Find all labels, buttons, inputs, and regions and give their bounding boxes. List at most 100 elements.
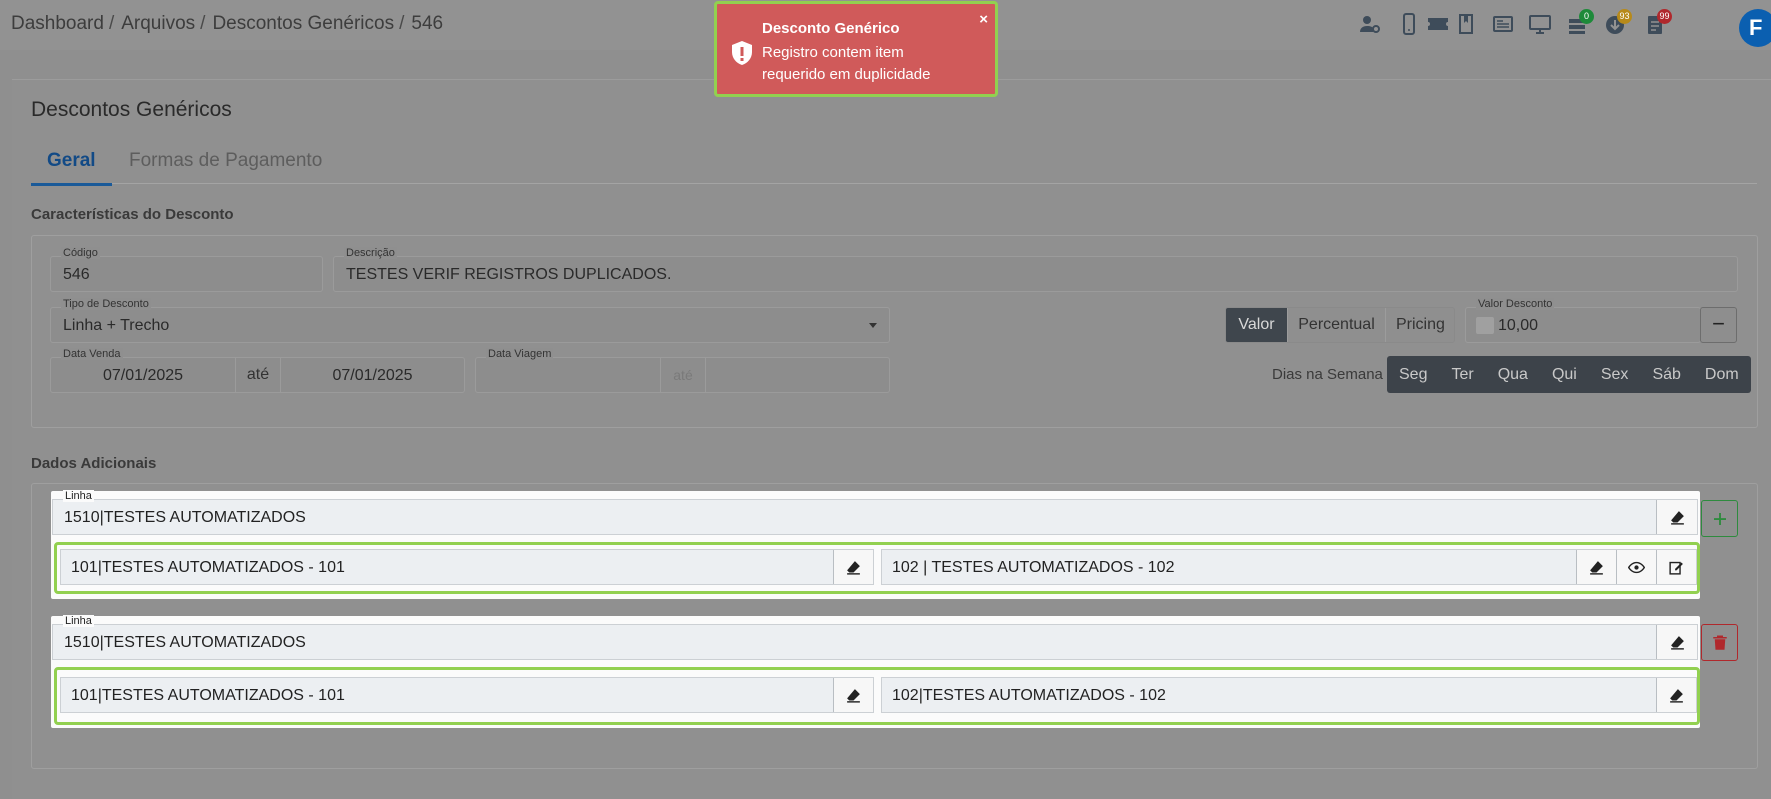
breadcrumb-dashboard[interactable]: Dashboard [11, 13, 104, 35]
valor-desconto-field[interactable]: Valor Desconto 10,00 [1465, 298, 1701, 343]
linha-field[interactable]: Linha 1510|TESTES AUTOMATIZADOS [52, 490, 1698, 535]
tab-geral[interactable]: Geral [31, 150, 112, 186]
toast-message: Registro contem item requerido em duplic… [762, 44, 931, 83]
eraser-button[interactable] [833, 550, 873, 584]
error-toast: Desconto Genérico Registro contem item r… [714, 1, 998, 97]
shield-alert-icon [732, 41, 752, 65]
linha-field[interactable]: Linha 1510|TESTES AUTOMATIZADOS [52, 615, 1698, 660]
trecho-destino-field[interactable]: 102|TESTES AUTOMATIZADOS - 102 [881, 677, 1697, 713]
monitor-icon[interactable] [1528, 12, 1552, 38]
highlight-box: 101|TESTES AUTOMATIZADOS - 101 102 | TES… [54, 542, 1700, 594]
section-title-caracteristicas: Características do Desconto [31, 206, 234, 223]
tab-formas-pagamento[interactable]: Formas de Pagamento [129, 150, 322, 172]
descricao-label: Descrição [344, 247, 397, 259]
download-badge: 93 [1617, 9, 1632, 24]
eraser-button[interactable] [1656, 625, 1697, 659]
breadcrumb-arquivos[interactable]: Arquivos [121, 13, 195, 35]
document-badge: 99 [1657, 9, 1672, 24]
notification-badge: 0 [1579, 9, 1594, 24]
tipo-desconto-select[interactable]: Tipo de Desconto Linha + Trecho [50, 298, 890, 343]
data-viagem-field: Data Viagem até [475, 348, 890, 393]
day-sex[interactable]: Sex [1589, 356, 1641, 393]
eraser-icon [847, 688, 860, 703]
day-dom[interactable]: Dom [1693, 356, 1751, 393]
codigo-field[interactable]: Código 546 [50, 247, 323, 292]
codigo-label: Código [61, 247, 100, 259]
valor-desconto-label: Valor Desconto [1476, 298, 1555, 310]
trecho-origem-value: 101|TESTES AUTOMATIZADOS - 101 [71, 687, 345, 704]
minus-button[interactable]: − [1700, 307, 1737, 343]
user-gear-icon[interactable] [1358, 12, 1382, 38]
day-qua[interactable]: Qua [1486, 356, 1540, 393]
trecho-origem-field[interactable]: 101|TESTES AUTOMATIZADOS - 101 [60, 549, 874, 585]
modo-percentual-button[interactable]: Percentual [1287, 308, 1385, 342]
data-viagem-label: Data Viagem [486, 348, 554, 360]
eraser-button[interactable] [1656, 678, 1696, 712]
modo-valor-button[interactable]: Valor [1226, 308, 1287, 342]
tipo-desconto-label: Tipo de Desconto [61, 298, 151, 310]
day-sab[interactable]: Sáb [1640, 356, 1692, 393]
edit-button[interactable] [1656, 550, 1696, 584]
highlight-box: 101|TESTES AUTOMATIZADOS - 101 102|TESTE… [54, 667, 1700, 725]
add-linha-button[interactable] [1701, 500, 1738, 537]
linha-block: Linha 1510|TESTES AUTOMATIZADOS 101|TEST… [51, 490, 1700, 599]
chevron-down-icon [869, 323, 877, 328]
breadcrumb-current: 546 [411, 13, 444, 34]
newspaper-icon[interactable] [1491, 12, 1515, 38]
eraser-icon [847, 560, 860, 575]
codigo-value: 546 [63, 266, 90, 283]
page-title: Descontos Genéricos [31, 98, 232, 121]
data-venda-from[interactable]: 07/01/2025 [51, 367, 235, 385]
trecho-destino-field[interactable]: 102 | TESTES AUTOMATIZADOS - 102 [881, 549, 1697, 585]
breadcrumb: Dashboard / Arquivos / Descontos Genéricos… [11, 13, 444, 35]
eraser-icon [1670, 635, 1684, 650]
linha-label: Linha [63, 490, 94, 502]
data-venda-to[interactable]: 07/01/2025 [281, 367, 464, 385]
delete-linha-button[interactable] [1701, 624, 1738, 661]
eraser-icon [1670, 510, 1684, 525]
data-venda-label: Data Venda [61, 348, 123, 360]
trecho-destino-value: 102 | TESTES AUTOMATIZADOS - 102 [892, 559, 1175, 576]
trecho-destino-value: 102|TESTES AUTOMATIZADOS - 102 [892, 687, 1166, 704]
eraser-button[interactable] [833, 678, 873, 712]
linha-label: Linha [63, 615, 94, 627]
toast-title: Desconto Genérico [762, 20, 900, 37]
trecho-origem-field[interactable]: 101|TESTES AUTOMATIZADOS - 101 [60, 677, 874, 713]
day-ter[interactable]: Ter [1439, 356, 1485, 393]
modo-desconto-group: Valor Percentual Pricing [1225, 307, 1455, 343]
edit-icon [1669, 561, 1683, 575]
mobile-icon[interactable] [1397, 12, 1421, 38]
stack-icon[interactable]: 0 [1565, 9, 1594, 38]
plus-icon [1713, 512, 1726, 525]
day-seg[interactable]: Seg [1387, 356, 1439, 393]
valor-desconto-value: 10,00 [1498, 317, 1539, 334]
trecho-origem-value: 101|TESTES AUTOMATIZADOS - 101 [71, 559, 345, 576]
trash-icon [1712, 635, 1727, 650]
dias-semana-label: Dias na Semana [1272, 366, 1383, 383]
section-title-dados-adicionais: Dados Adicionais [31, 455, 157, 472]
dias-semana-group: Seg Ter Qua Qui Sex Sáb Dom [1387, 356, 1751, 393]
ticket-icon[interactable] [1426, 12, 1450, 38]
day-qui[interactable]: Qui [1540, 356, 1589, 393]
linha-block: Linha 1510|TESTES AUTOMATIZADOS 101|TEST… [51, 615, 1700, 728]
close-icon[interactable]: × [979, 11, 988, 28]
book-icon[interactable] [1455, 12, 1479, 38]
eraser-button[interactable] [1576, 550, 1616, 584]
descricao-field[interactable]: Descrição TESTES VERIF REGISTROS DUPLICA… [333, 247, 1738, 292]
data-viagem-ate: até [660, 358, 706, 392]
data-venda-ate: até [235, 358, 281, 392]
data-venda-field: Data Venda 07/01/2025 até 07/01/2025 [50, 348, 465, 393]
descricao-value: TESTES VERIF REGISTROS DUPLICADOS. [346, 266, 672, 283]
eraser-icon [1670, 688, 1683, 703]
breadcrumb-descontos[interactable]: Descontos Genéricos [212, 13, 394, 35]
download-icon[interactable]: 93 [1603, 9, 1632, 38]
eraser-button[interactable] [1656, 500, 1697, 534]
tipo-desconto-value: Linha + Trecho [63, 317, 170, 334]
linha-value: 1510|TESTES AUTOMATIZADOS [64, 634, 306, 651]
avatar[interactable]: F [1739, 9, 1771, 47]
document-icon[interactable]: 99 [1643, 9, 1672, 38]
view-button[interactable] [1616, 550, 1656, 584]
modo-pricing-button[interactable]: Pricing [1385, 308, 1454, 342]
linha-value: 1510|TESTES AUTOMATIZADOS [64, 509, 306, 526]
tabs: Geral Formas de Pagamento [31, 146, 1757, 186]
